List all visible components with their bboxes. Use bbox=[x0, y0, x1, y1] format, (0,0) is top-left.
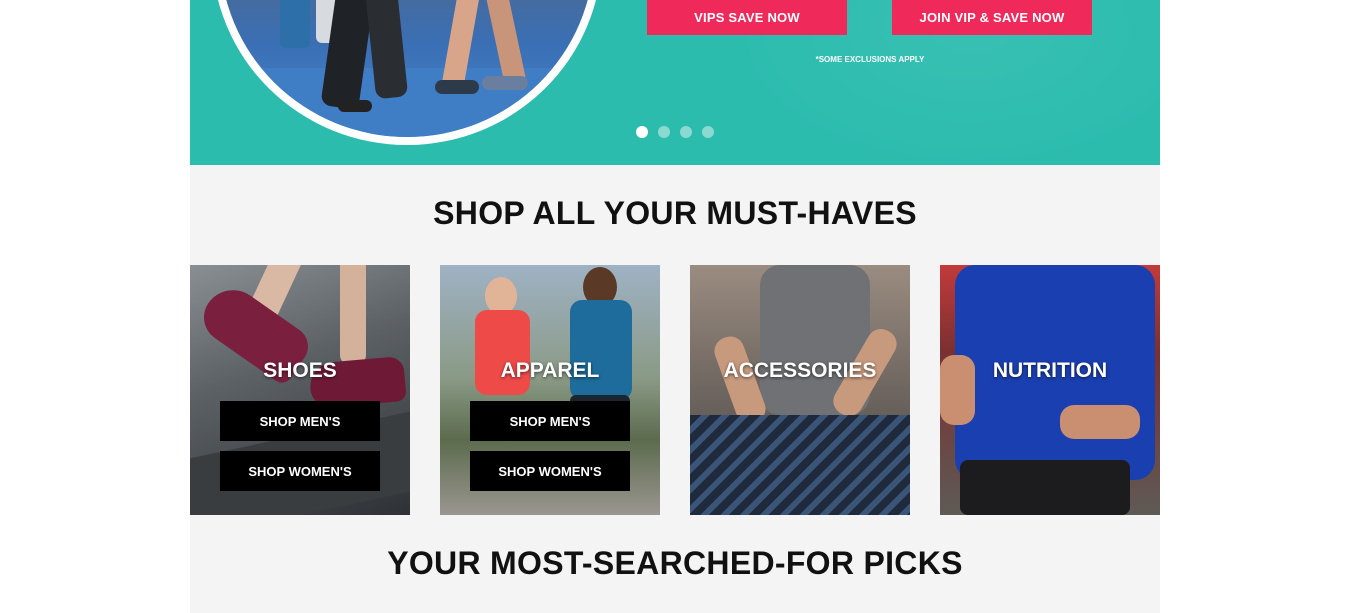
shoes-shop-womens-button[interactable]: SHOP WOMEN'S bbox=[220, 451, 380, 491]
join-vip-button[interactable]: JOIN VIP & SAVE NOW bbox=[892, 0, 1092, 35]
category-tile-nutrition[interactable]: NUTRITION bbox=[940, 265, 1160, 515]
tile-image-detail bbox=[690, 415, 910, 515]
carousel-dot-1[interactable] bbox=[636, 126, 648, 138]
section-title-most-searched: YOUR MOST-SEARCHED-FOR PICKS bbox=[387, 545, 963, 581]
apparel-shop-mens-button[interactable]: SHOP MEN'S bbox=[470, 401, 630, 441]
vips-save-now-button[interactable]: VIPS SAVE NOW bbox=[647, 0, 847, 35]
carousel-dot-2[interactable] bbox=[658, 126, 670, 138]
hero-photo-shoe bbox=[435, 80, 479, 94]
category-tile-apparel[interactable]: APPAREL SHOP MEN'S SHOP WOMEN'S bbox=[440, 265, 660, 515]
apparel-shop-womens-button[interactable]: SHOP WOMEN'S bbox=[470, 451, 630, 491]
section-title-must-haves: SHOP ALL YOUR MUST-HAVES bbox=[433, 195, 917, 231]
hero-photo-shoe bbox=[338, 100, 372, 112]
category-tile-shoes[interactable]: SHOES SHOP MEN'S SHOP WOMEN'S bbox=[190, 265, 410, 515]
carousel-dot-4[interactable] bbox=[702, 126, 714, 138]
hero-photo-mat bbox=[280, 0, 310, 48]
tile-image-detail bbox=[340, 265, 366, 365]
hero-banner[interactable]: VIPS SAVE NOW JOIN VIP & SAVE NOW *SOME … bbox=[190, 0, 1160, 165]
tile-label-shoes: SHOES bbox=[263, 359, 337, 382]
category-tile-accessories[interactable]: ACCESSORIES bbox=[690, 265, 910, 515]
tile-image-detail bbox=[1060, 405, 1140, 439]
hero-photo bbox=[220, 0, 594, 137]
shoes-shop-mens-button[interactable]: SHOP MEN'S bbox=[220, 401, 380, 441]
exclusions-note: *SOME EXCLUSIONS APPLY bbox=[815, 55, 925, 64]
carousel-dots bbox=[636, 126, 714, 138]
hero-photo-floor bbox=[220, 68, 594, 137]
page-content: VIPS SAVE NOW JOIN VIP & SAVE NOW *SOME … bbox=[190, 0, 1160, 613]
tile-image-detail bbox=[570, 300, 632, 400]
tile-label-nutrition: NUTRITION bbox=[992, 359, 1108, 382]
hero-photo-circle bbox=[212, 0, 602, 145]
tile-image-detail bbox=[960, 460, 1130, 515]
hero-photo-shoe bbox=[482, 76, 528, 90]
tile-label-accessories: ACCESSORIES bbox=[723, 359, 877, 382]
carousel-dot-3[interactable] bbox=[680, 126, 692, 138]
tile-label-apparel: APPAREL bbox=[500, 359, 600, 382]
